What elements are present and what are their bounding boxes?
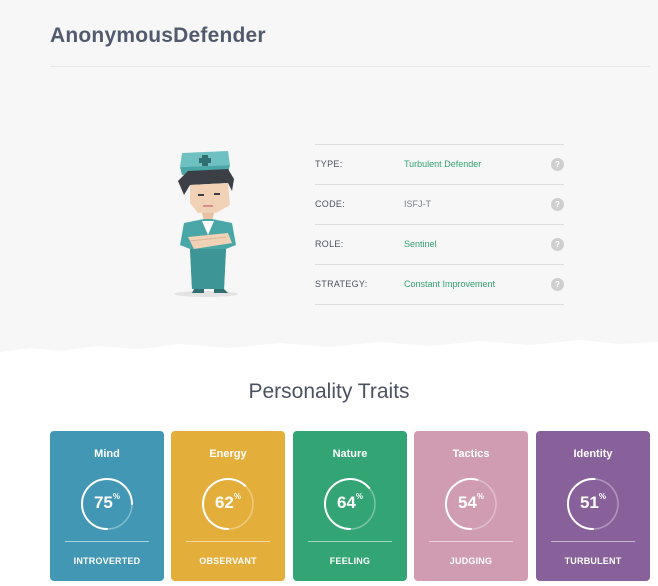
role-value-link[interactable]: Sentinel: [404, 239, 437, 249]
profile-row-code: CODE: ISFJ-T ?: [315, 184, 564, 224]
trait-card-energy[interactable]: Energy 62% OBSERVANT: [171, 431, 285, 581]
trait-name: Nature: [332, 448, 368, 460]
wave-divider: [0, 340, 658, 380]
personality-traits-title: Personality Traits: [248, 380, 410, 403]
trait-result: TURBULENT: [564, 556, 622, 566]
trait-result: JUDGING: [449, 556, 493, 566]
trait-divider: [429, 541, 513, 542]
trait-percent: 54%: [457, 492, 485, 512]
role-label: ROLE:: [315, 239, 344, 249]
type-value-link[interactable]: Turbulent Defender: [404, 159, 481, 169]
trait-result: OBSERVANT: [199, 556, 257, 566]
strategy-value-link[interactable]: Constant Improvement: [404, 279, 495, 289]
profile-row-role: ROLE: Sentinel ?: [315, 224, 564, 264]
trait-card-nature[interactable]: Nature 64% FEELING: [293, 431, 407, 581]
profile-facts-table: TYPE: Turbulent Defender ? CODE: ISFJ-T …: [315, 144, 564, 305]
profile-row-strategy: STRATEGY: Constant Improvement ?: [315, 264, 564, 305]
code-label: CODE:: [315, 199, 346, 209]
trait-name: Identity: [573, 448, 613, 460]
trait-percent: 64%: [336, 492, 364, 512]
defender-avatar-icon: [174, 151, 238, 297]
trait-name: Tactics: [452, 448, 490, 460]
strategy-label: STRATEGY:: [315, 279, 368, 289]
trait-divider: [308, 541, 392, 542]
trait-divider: [551, 541, 635, 542]
trait-percent: 75%: [93, 492, 121, 512]
trait-result: FEELING: [329, 556, 371, 566]
trait-divider: [186, 541, 270, 542]
header-divider: [50, 66, 650, 67]
question-circle-icon[interactable]: ?: [551, 198, 564, 211]
trait-card-mind[interactable]: Mind 75% INTROVERTED: [50, 431, 164, 581]
username-title: AnonymousDefender: [50, 24, 266, 47]
type-label: TYPE:: [315, 159, 343, 169]
trait-divider: [65, 541, 149, 542]
trait-card-tactics[interactable]: Tactics 54% JUDGING: [414, 431, 528, 581]
trait-card-identity[interactable]: Identity 51% TURBULENT: [536, 431, 650, 581]
question-circle-icon[interactable]: ?: [551, 158, 564, 171]
trait-percent: 51%: [579, 492, 607, 512]
code-value: ISFJ-T: [404, 199, 431, 209]
profile-row-type: TYPE: Turbulent Defender ?: [315, 144, 564, 184]
question-circle-icon[interactable]: ?: [551, 238, 564, 251]
trait-name: Energy: [209, 448, 247, 460]
question-circle-icon[interactable]: ?: [551, 278, 564, 291]
trait-result: INTROVERTED: [73, 556, 141, 566]
trait-percent: 62%: [214, 492, 242, 512]
trait-name: Mind: [94, 448, 120, 460]
